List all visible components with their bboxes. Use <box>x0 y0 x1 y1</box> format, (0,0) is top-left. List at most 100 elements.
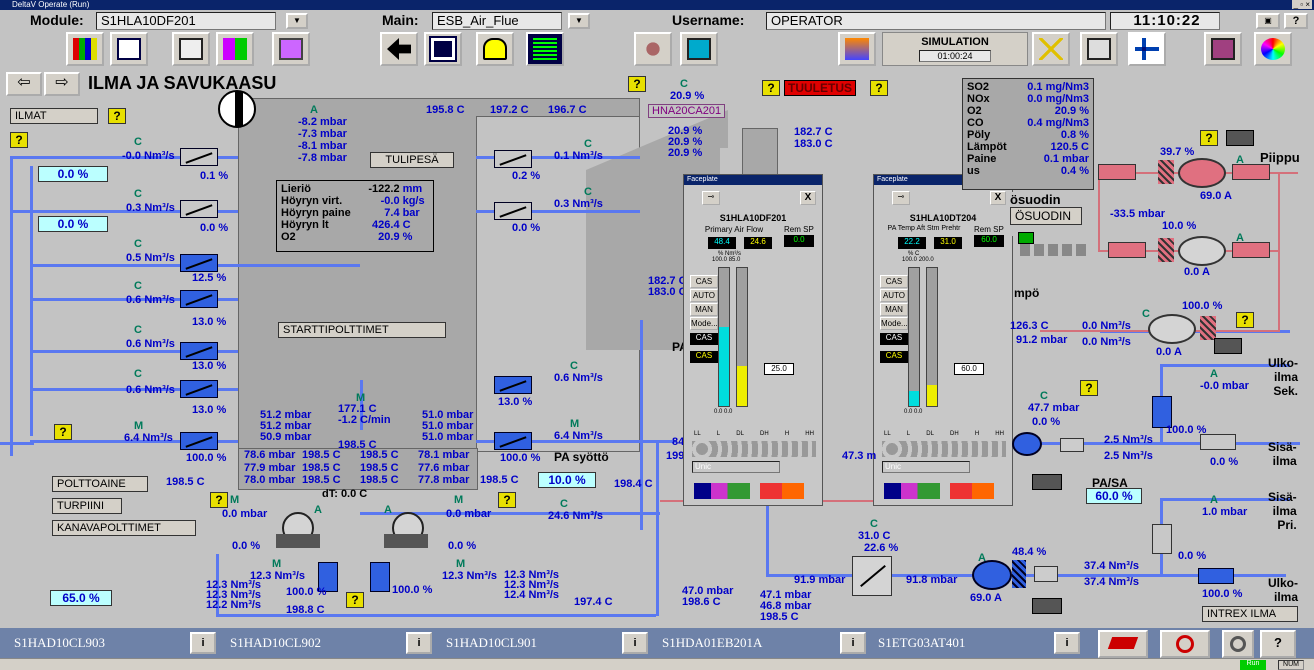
inlet-damper[interactable] <box>1200 434 1236 450</box>
mode-button[interactable]: Mode... <box>690 317 718 330</box>
alarm-bell-icon[interactable] <box>476 32 514 66</box>
info-button-1[interactable]: i <box>190 632 216 654</box>
help-marker[interactable]: ? <box>1236 312 1254 328</box>
module-dropdown-button[interactable]: ▼ <box>286 13 308 29</box>
turpiini-button[interactable]: TURPIINI <box>52 498 122 514</box>
save-icon[interactable] <box>172 32 210 66</box>
info-button-3[interactable]: i <box>622 632 648 654</box>
help-marker[interactable]: ? <box>762 80 780 96</box>
main-field[interactable]: ESB_Air_Flue <box>432 12 562 30</box>
recirc-damper[interactable] <box>1200 316 1216 340</box>
help-marker[interactable]: ? <box>628 76 646 92</box>
status-tag-3[interactable]: S1HAD10CL901 <box>446 635 537 651</box>
book-icon[interactable] <box>1204 32 1242 66</box>
alarm-filter-icon[interactable] <box>1222 630 1254 658</box>
recirc-fan-icon[interactable] <box>1148 314 1196 344</box>
screen-icon[interactable] <box>424 32 462 66</box>
fan-left-damper[interactable] <box>276 534 320 548</box>
flue-damper[interactable] <box>1098 164 1136 180</box>
faceplate-action-icons[interactable] <box>950 483 994 499</box>
starttipolttimet-button[interactable]: STARTTIPOLTTIMET <box>278 322 446 338</box>
flue-damper[interactable] <box>1232 242 1270 258</box>
close-icon[interactable]: X <box>990 191 1006 205</box>
window-controls[interactable]: _ ▫ × <box>1291 0 1312 9</box>
tulipesa-button[interactable]: TULIPESÄ <box>370 152 454 168</box>
status-tag-1[interactable]: S1HAD10CL903 <box>14 635 105 651</box>
faceplate-2[interactable]: Faceplate ⊸ X S1HLA10DT204 PA Temp Aft S… <box>873 174 1013 506</box>
main-dropdown-button[interactable]: ▼ <box>568 13 590 29</box>
flue-damper[interactable] <box>1232 164 1270 180</box>
air-damper-r1[interactable] <box>494 150 532 168</box>
help-marker[interactable]: ? <box>210 492 228 508</box>
help-marker[interactable]: ? <box>54 424 72 440</box>
faceplate-view-icons[interactable] <box>694 483 750 499</box>
faceplate-action-icons[interactable] <box>760 483 804 499</box>
ventilation-indicator-icon[interactable] <box>218 90 256 128</box>
print-screen-icon[interactable]: ▣ <box>1256 13 1280 29</box>
primary-fan-icon[interactable] <box>972 560 1012 590</box>
help-marker[interactable]: ? <box>1080 380 1098 396</box>
status-tag-2[interactable]: S1HAD10CL902 <box>230 635 321 651</box>
pct-display[interactable]: 0.0 % <box>38 166 108 182</box>
silence-icon[interactable] <box>1032 32 1070 66</box>
primary-damper[interactable] <box>1152 524 1172 554</box>
primary-inlet-damper[interactable] <box>1198 568 1234 584</box>
motor-icon[interactable] <box>1214 338 1242 354</box>
output-value[interactable]: 60.0 <box>954 363 984 375</box>
cas-button[interactable]: CAS <box>880 275 908 288</box>
help-marker[interactable]: ? <box>346 592 364 608</box>
help-marker[interactable]: ? <box>10 132 28 148</box>
palette-icon[interactable] <box>1254 32 1292 66</box>
help-marker[interactable]: ? <box>870 80 888 96</box>
air-damper-4[interactable] <box>180 290 218 308</box>
status-tag-4[interactable]: S1HDA01EB201A <box>662 635 762 651</box>
mode-button[interactable]: Mode... <box>880 317 908 330</box>
auto-button[interactable]: AUTO <box>690 289 718 302</box>
silence-horn-icon[interactable] <box>1160 630 1210 658</box>
air-damper-r2[interactable] <box>494 202 532 220</box>
steam-preheater-icon[interactable] <box>852 556 892 596</box>
pa-pct-display[interactable]: 10.0 % <box>538 472 596 488</box>
air-damper-7[interactable] <box>180 432 218 450</box>
operators-icon[interactable] <box>634 32 672 66</box>
man-button[interactable]: MAN <box>880 303 908 316</box>
motor-icon[interactable] <box>1060 438 1084 452</box>
help-marker[interactable]: ? <box>1200 130 1218 146</box>
ilmat-label[interactable]: ILMAT <box>10 108 98 124</box>
air-damper-r4[interactable] <box>494 432 532 450</box>
analyzer-tag[interactable]: HNA20CA201 <box>648 104 726 118</box>
help-button[interactable]: ? <box>1284 13 1308 29</box>
motor-icon[interactable] <box>1034 566 1058 582</box>
air-damper-1[interactable] <box>180 148 218 166</box>
trend-bars-icon[interactable] <box>66 32 104 66</box>
flue-fan-1-damper[interactable] <box>1158 160 1174 184</box>
help-marker[interactable]: ? <box>108 108 126 124</box>
info-button-5[interactable]: i <box>1054 632 1080 654</box>
alarm-list-icon[interactable] <box>526 32 564 66</box>
pasa-display[interactable]: 60.0 % <box>1086 488 1142 504</box>
pct-display[interactable]: 65.0 % <box>50 590 112 606</box>
flue-fan-1-icon[interactable] <box>1178 158 1226 188</box>
close-icon[interactable]: X <box>800 191 816 205</box>
window-icon[interactable] <box>272 32 310 66</box>
motor-icon[interactable] <box>1032 598 1062 614</box>
back-arrow-icon[interactable] <box>380 32 418 66</box>
nav-forward-arrow-icon[interactable]: ⇨ <box>44 72 80 96</box>
faceplate-1[interactable]: Faceplate ⊸ X S1HLA10DF201 Primary Air F… <box>683 174 823 506</box>
cas-button[interactable]: CAS <box>690 275 718 288</box>
air-damper-5[interactable] <box>180 342 218 360</box>
polttoaine-button[interactable]: POLTTOAINE <box>52 476 148 492</box>
secondary-fan-icon[interactable] <box>1012 432 1042 456</box>
kanavapolttimet-button[interactable]: KANAVAPOLTTIMET <box>52 520 196 536</box>
air-damper-r3[interactable] <box>494 376 532 394</box>
display-layout-icon[interactable] <box>216 32 254 66</box>
air-damper-3[interactable] <box>180 254 218 272</box>
filter-button[interactable]: ÖSUODIN <box>1010 207 1082 225</box>
table-view-icon[interactable] <box>110 32 148 66</box>
flue-fan-2-icon[interactable] <box>1178 236 1226 266</box>
language-flag-icon[interactable] <box>1128 32 1166 66</box>
motor-icon[interactable] <box>1032 474 1062 490</box>
status-help-button[interactable]: ? <box>1260 630 1296 658</box>
status-tag-5[interactable]: S1ETG03AT401 <box>878 635 965 651</box>
fan-right-damper[interactable] <box>384 534 428 548</box>
